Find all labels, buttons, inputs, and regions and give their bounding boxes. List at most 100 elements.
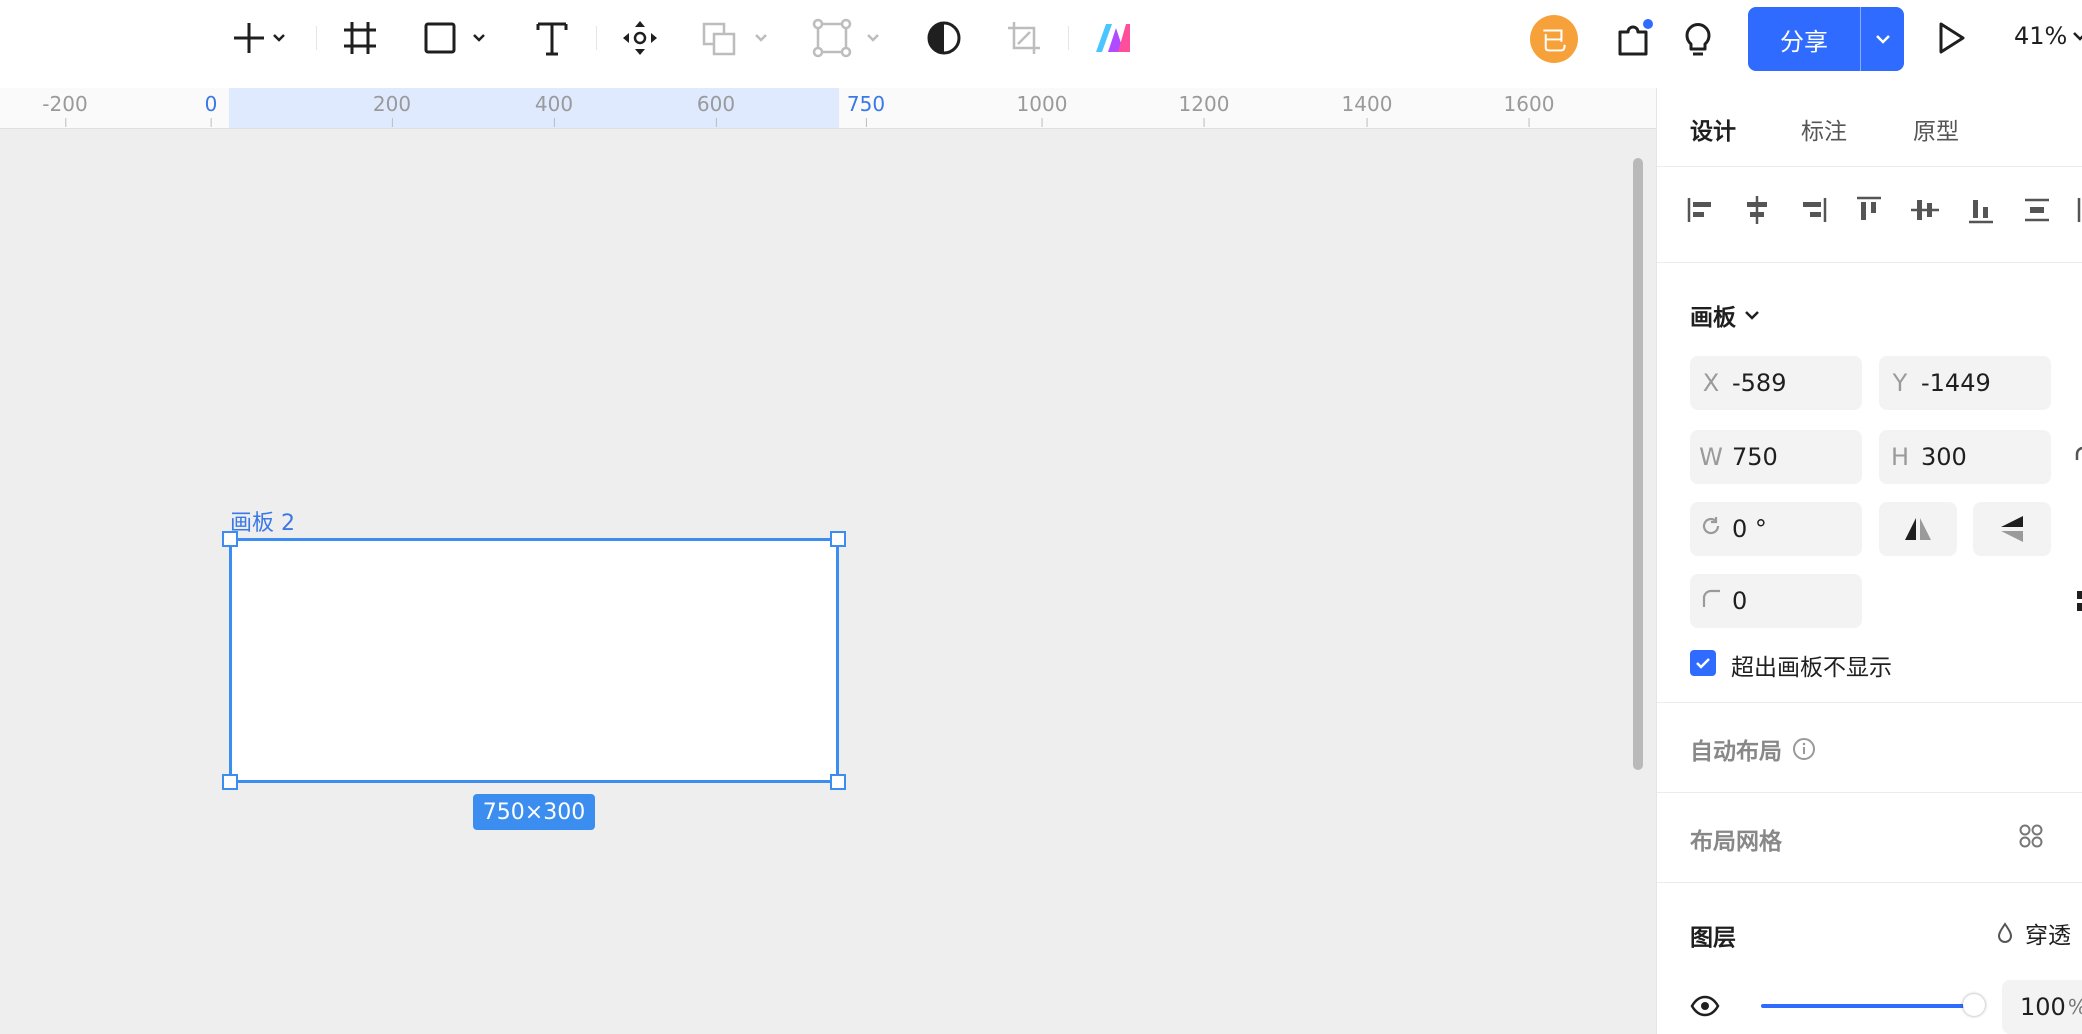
y-label: Y — [1892, 369, 1908, 397]
height-field[interactable]: H 300 — [1879, 430, 2051, 484]
opacity-slider-thumb[interactable] — [1963, 994, 1985, 1016]
ruler-tick: 400 — [534, 92, 574, 127]
frame-icon — [344, 22, 376, 54]
w-value[interactable]: 750 — [1732, 443, 1778, 471]
width-field[interactable]: W 750 — [1690, 430, 1862, 484]
path-edit-button[interactable] — [812, 12, 892, 64]
align-bottom-icon[interactable] — [1963, 192, 1999, 228]
blend-mode-select[interactable]: 穿透 — [1995, 916, 2071, 950]
align-right-icon[interactable] — [1795, 192, 1831, 228]
blend-mode-value: 穿透 — [2025, 923, 2071, 949]
add-tool-button[interactable] — [218, 12, 298, 64]
tab-prototype[interactable]: 原型 — [1913, 112, 1959, 146]
crop-icon — [1008, 22, 1040, 54]
ruler-tick: 200 — [372, 92, 412, 127]
rectangle-icon — [424, 22, 485, 54]
ruler-tick: -200 — [42, 92, 88, 127]
y-value[interactable]: -1449 — [1921, 369, 1991, 397]
opacity-value[interactable]: 100 — [2020, 993, 2066, 1021]
x-label: X — [1702, 369, 1720, 397]
drop-icon — [1997, 922, 2013, 943]
x-value[interactable]: -589 — [1732, 369, 1786, 397]
frame-section-title: 画板 — [1690, 305, 1736, 331]
align-center-horizontal-icon[interactable] — [1739, 192, 1775, 228]
puzzle-icon — [1618, 19, 1653, 56]
preview-button[interactable] — [1928, 12, 1974, 64]
auto-layout-header[interactable]: 自动布局 — [1690, 732, 1816, 766]
rotation-field[interactable]: 0 ° — [1690, 502, 1862, 556]
ai-plugin-button[interactable] — [1090, 12, 1136, 64]
corner-radius-field[interactable]: 0 — [1690, 574, 1862, 628]
clip-content-label[interactable]: 超出画板不显示 — [1731, 648, 1892, 682]
boolean-tool-button[interactable] — [700, 12, 780, 64]
shape-tool-button[interactable] — [418, 12, 498, 64]
ruler-tick: 1000 — [1016, 92, 1068, 127]
corner-radius-value[interactable]: 0 — [1732, 587, 1747, 615]
align-top-icon[interactable] — [1851, 192, 1887, 228]
flip-horizontal-button[interactable] — [1879, 502, 1957, 556]
clip-content-checkbox[interactable] — [1690, 650, 1716, 676]
frame-name-label[interactable]: 画板 2 — [230, 505, 295, 537]
tab-annotate[interactable]: 标注 — [1801, 112, 1847, 146]
align-left-icon[interactable] — [1683, 192, 1719, 228]
opacity-slider-track[interactable] — [1761, 1004, 1971, 1008]
w-label: W — [1699, 443, 1723, 471]
eye-icon[interactable] — [1690, 994, 1720, 1018]
canvas-scrollbar[interactable] — [1633, 158, 1643, 770]
share-label[interactable]: 分享 — [1748, 7, 1860, 71]
lightbulb-icon — [1685, 23, 1711, 56]
tab-design[interactable]: 设计 — [1690, 112, 1736, 146]
ruler-tick: 0 — [204, 92, 218, 127]
ruler-tick: 1400 — [1341, 92, 1393, 127]
inspiration-button[interactable] — [1676, 12, 1720, 64]
layer-title: 图层 — [1690, 925, 1736, 951]
frame-section-header[interactable]: 画板 — [1690, 298, 1762, 332]
crop-tool-button[interactable] — [1002, 12, 1046, 64]
ai-logo-icon — [1096, 24, 1130, 52]
y-field[interactable]: Y -1449 — [1879, 356, 2051, 410]
ruler-tick: 1600 — [1503, 92, 1555, 127]
grid-styles-icon[interactable] — [2017, 822, 2045, 850]
ruler-tick: 1200 — [1178, 92, 1230, 127]
resize-handle-top-right[interactable] — [830, 531, 846, 547]
rotation-value[interactable]: 0 ° — [1732, 515, 1767, 543]
h-value[interactable]: 300 — [1921, 443, 1967, 471]
resize-handle-top-left[interactable] — [222, 531, 238, 547]
distribute-horizontal-icon[interactable] — [2073, 192, 2082, 228]
text-tool-button[interactable] — [530, 12, 574, 64]
share-dropdown[interactable] — [1860, 7, 1904, 71]
frame-tool-button[interactable] — [336, 12, 384, 64]
play-icon — [1939, 22, 1965, 54]
path-nodes-icon — [812, 18, 879, 58]
x-field[interactable]: X -589 — [1690, 356, 1862, 410]
ruler-tick: 600 — [696, 92, 736, 127]
chevron-down-icon — [1745, 311, 1759, 320]
independent-corners-icon[interactable] — [2077, 588, 2082, 614]
distribute-vertical-icon[interactable] — [2019, 192, 2055, 228]
ruler-tick: 750 — [846, 92, 886, 127]
resize-handle-bottom-left[interactable] — [222, 774, 238, 790]
chevron-down-icon — [1875, 35, 1890, 44]
flip-vertical-button[interactable] — [1973, 502, 2051, 556]
layout-grid-title[interactable]: 布局网格 — [1690, 822, 1782, 856]
selected-frame[interactable] — [222, 531, 846, 790]
resize-handle-bottom-right[interactable] — [830, 774, 846, 790]
flip-vertical-icon — [2001, 516, 2023, 542]
component-tool-button[interactable] — [618, 12, 662, 64]
properties-panel: 设计 标注 原型 画板 X -589 Y -1449 W 750 H 300 0… — [1656, 88, 2082, 1034]
zoom-control[interactable]: 41% — [2014, 22, 2082, 50]
info-icon[interactable] — [1792, 737, 1816, 761]
plugins-button[interactable] — [1612, 12, 1656, 64]
boolean-icon — [702, 22, 767, 56]
opacity-field[interactable]: 100 % — [2002, 980, 2082, 1034]
align-center-vertical-icon[interactable] — [1907, 192, 1943, 228]
horizontal-ruler[interactable]: -200 0 200 400 600 750 1000 1200 1400 16… — [0, 88, 1656, 129]
share-button[interactable]: 分享 — [1748, 7, 1904, 71]
checkmark-icon — [1696, 658, 1710, 669]
flip-horizontal-icon — [1905, 518, 1931, 540]
user-avatar[interactable]: 已 — [1530, 15, 1578, 63]
frame-size-badge: 750×300 — [473, 794, 595, 830]
mask-tool-button[interactable] — [922, 12, 966, 64]
constrain-proportions-icon[interactable] — [2073, 444, 2082, 470]
text-icon — [536, 22, 568, 56]
